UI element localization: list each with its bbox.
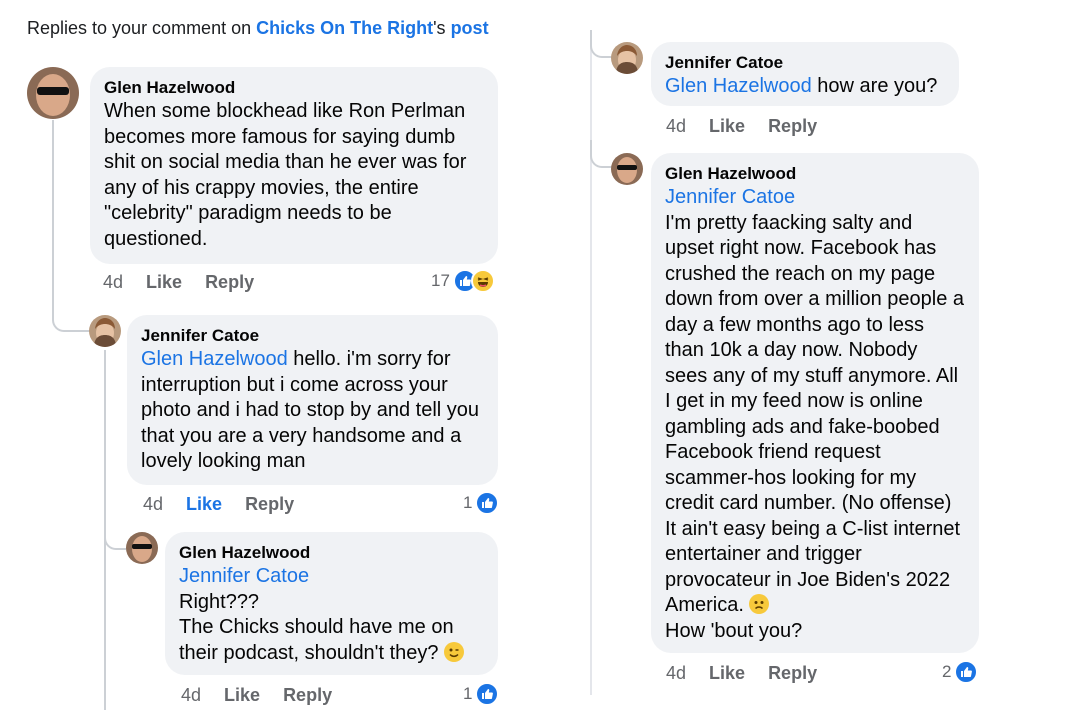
reaction-count: 17 (431, 271, 450, 290)
comment-author[interactable]: Glen Hazelwood (179, 542, 484, 564)
avatar-jennifer[interactable] (89, 315, 121, 347)
reply-button[interactable]: Reply (283, 685, 332, 705)
avatar-glen-icon (126, 532, 158, 564)
avatar-glen-icon (27, 67, 79, 119)
comment-time[interactable]: 4d (143, 494, 163, 514)
comment-text: Glen Hazelwood how are you? (665, 75, 938, 97)
thread-line-main (52, 120, 54, 320)
like-button[interactable]: Like (186, 494, 222, 514)
avatar-glen[interactable] (27, 67, 79, 119)
reaction-summary[interactable]: 1 (463, 491, 500, 515)
avatar-jennifer-icon (611, 42, 643, 74)
mention-link[interactable]: Jennifer Catoe (179, 564, 484, 590)
comment-bubble: Glen Hazelwood When some blockhead like … (90, 67, 498, 264)
comment-closing: How 'bout you? (665, 619, 803, 642)
reaction-count: 2 (942, 662, 952, 681)
reaction-summary[interactable]: 17 (431, 269, 495, 293)
thread-branch-2 (104, 520, 126, 550)
mention-link[interactable]: Glen Hazelwood (665, 75, 812, 97)
comment-bubble: Jennifer Catoe Glen Hazelwood hello. i'm… (127, 315, 498, 485)
like-reaction-icon (954, 660, 979, 684)
avatar-jennifer-icon (89, 315, 121, 347)
comment-text: The Chicks should have me on their podca… (179, 615, 484, 666)
reply-button[interactable]: Reply (205, 272, 254, 292)
avatar-glen[interactable] (126, 532, 158, 564)
mention-link[interactable]: Glen Hazelwood (141, 348, 288, 370)
thread-branch-right-1 (590, 30, 612, 58)
comment-time[interactable]: 4d (666, 116, 686, 136)
comment-author[interactable]: Glen Hazelwood (665, 163, 965, 185)
comment-actions: 4d Like Reply (666, 116, 840, 137)
reaction-summary[interactable]: 1 (463, 682, 500, 706)
like-button[interactable]: Like (709, 116, 745, 136)
reaction-count: 1 (463, 684, 473, 703)
thread-line-right (590, 30, 592, 695)
thread-branch-right-2 (590, 140, 612, 168)
comment-author[interactable]: Jennifer Catoe (665, 52, 945, 74)
comment-author[interactable]: Glen Hazelwood (104, 77, 484, 99)
comment-bubble: Glen Hazelwood Jennifer Catoe I'm pretty… (651, 153, 979, 653)
avatar-glen-icon (611, 153, 643, 185)
comment-text: I'm pretty faacking salty and upset righ… (665, 211, 965, 617)
notification-header: Replies to your comment on Chicks On The… (27, 18, 489, 38)
comment-text-line: Right??? (179, 590, 260, 613)
worried-emoji (749, 594, 770, 614)
comment-actions: 4d Like Reply (103, 272, 277, 293)
avatar-glen[interactable] (611, 153, 643, 185)
comment-text: When some blockhead like Ron Perlman bec… (104, 100, 467, 250)
haha-reaction-icon (470, 269, 495, 293)
comment-bubble: Glen Hazelwood Jennifer Catoe Right??? T… (165, 532, 498, 675)
comment-text: Glen Hazelwood hello. i'm sorry for inte… (141, 348, 480, 472)
like-button[interactable]: Like (146, 272, 182, 292)
reaction-summary[interactable]: 2 (942, 660, 979, 684)
comment-time[interactable]: 4d (181, 685, 201, 705)
comment-actions: 4d Like Reply (143, 494, 317, 515)
like-reaction-icon (475, 491, 500, 515)
wink-emoji (444, 641, 465, 662)
reply-button[interactable]: Reply (768, 663, 817, 683)
reply-button[interactable]: Reply (245, 494, 294, 514)
comment-time[interactable]: 4d (666, 663, 686, 683)
like-reaction-icon (475, 682, 500, 706)
reply-button[interactable]: Reply (768, 116, 817, 136)
comment-bubble: Jennifer Catoe Glen Hazelwood how are yo… (651, 42, 959, 106)
mention-link[interactable]: Jennifer Catoe (665, 185, 965, 211)
comment-actions: 4d Like Reply (181, 685, 355, 706)
post-link[interactable]: post (451, 18, 489, 38)
comment-author[interactable]: Jennifer Catoe (141, 325, 484, 347)
reaction-count: 1 (463, 493, 473, 512)
comment-time[interactable]: 4d (103, 272, 123, 292)
thread-branch-1 (52, 300, 90, 332)
like-button[interactable]: Like (709, 663, 745, 683)
comment-actions: 4d Like Reply (666, 663, 840, 684)
avatar-jennifer[interactable] (611, 42, 643, 74)
like-button[interactable]: Like (224, 685, 260, 705)
page-link[interactable]: Chicks On The Right (256, 18, 433, 38)
